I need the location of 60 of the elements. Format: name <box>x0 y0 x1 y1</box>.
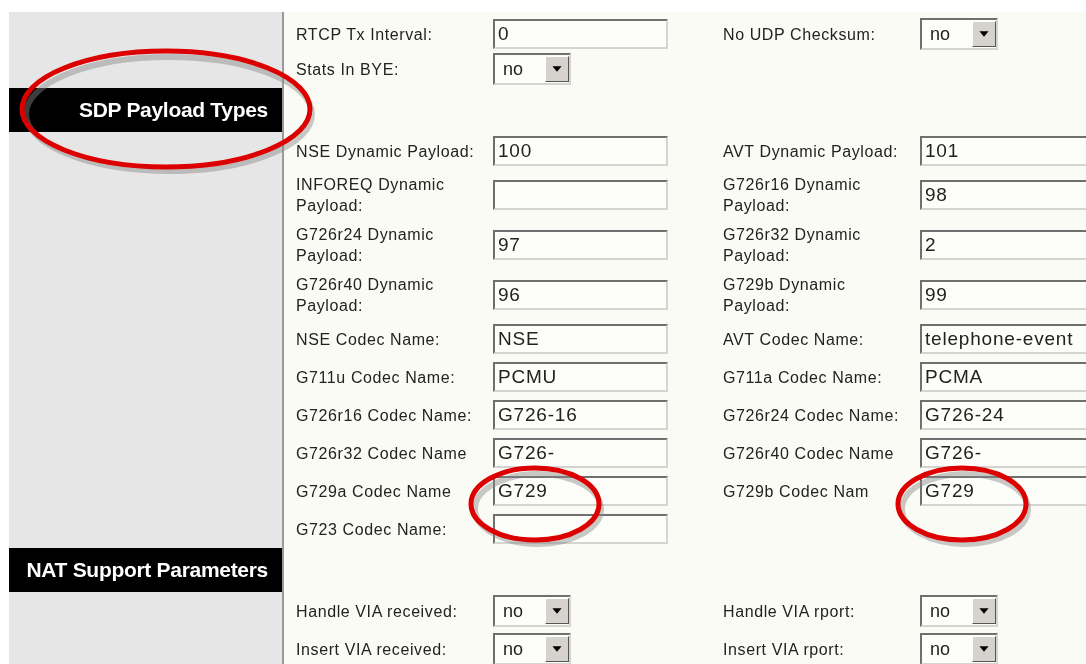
dropdown[interactable]: no <box>493 53 571 85</box>
dropdown[interactable]: no <box>920 18 998 50</box>
field-label: No UDP Checksum: <box>723 24 877 45</box>
field-label: RTCP Tx Interval: <box>296 24 434 45</box>
caret-icon <box>545 636 569 662</box>
field-label: AVT Dynamic Payload: <box>723 141 900 162</box>
text-field[interactable]: 99 <box>920 280 1086 310</box>
text-field[interactable] <box>493 180 668 210</box>
field-label: G726r24 Codec Name: <box>723 405 900 426</box>
caret-icon <box>972 21 996 47</box>
field-label: G729b Dynamic Payload: <box>723 275 847 316</box>
text-field[interactable]: telephone-event <box>920 324 1086 354</box>
text-field[interactable]: G729 <box>493 476 668 506</box>
text-field[interactable]: PCMA <box>920 362 1086 392</box>
text-field[interactable]: 97 <box>493 230 668 260</box>
text-field[interactable]: 98 <box>920 180 1086 210</box>
dropdown[interactable]: no <box>493 633 571 664</box>
field-label: Insert VIA rport: <box>723 639 846 660</box>
field-label: G726r16 Dynamic Payload: <box>723 175 862 216</box>
field-label: Handle VIA received: <box>296 601 459 622</box>
field-label: G726r32 Dynamic Payload: <box>723 225 862 266</box>
caret-icon <box>545 56 569 82</box>
field-label: G726r16 Codec Name: <box>296 405 473 426</box>
text-field[interactable]: 101 <box>920 136 1086 166</box>
field-label: G723 Codec Name: <box>296 519 448 540</box>
dropdown[interactable]: no <box>920 633 998 664</box>
caret-icon <box>545 598 569 624</box>
text-field[interactable]: 0 <box>493 19 668 49</box>
text-field[interactable]: G729 <box>920 476 1086 506</box>
field-label: G711a Codec Name: <box>723 367 884 388</box>
field-label: Insert VIA received: <box>296 639 448 660</box>
field-label: NSE Dynamic Payload: <box>296 141 476 162</box>
dropdown[interactable]: no <box>493 595 571 627</box>
field-label: INFOREQ Dynamic Payload: <box>296 175 446 216</box>
text-field[interactable]: G726- <box>920 438 1086 468</box>
field-label: G726r40 Codec Name <box>723 443 895 464</box>
caret-icon <box>972 636 996 662</box>
field-label: G711u Codec Name: <box>296 367 457 388</box>
field-label: Handle VIA rport: <box>723 601 857 622</box>
text-field[interactable]: 100 <box>493 136 668 166</box>
text-field[interactable]: 96 <box>493 280 668 310</box>
text-field[interactable]: G726- <box>493 438 668 468</box>
text-field[interactable]: G726-16 <box>493 400 668 430</box>
field-label: G726r32 Codec Name <box>296 443 468 464</box>
section-title: SDP Payload Types <box>78 98 268 122</box>
caret-icon <box>972 598 996 624</box>
section-title: NAT Support Parameters <box>26 558 268 582</box>
field-label: G726r40 Dynamic Payload: <box>296 275 435 316</box>
field-label: G729b Codec Nam <box>723 481 870 502</box>
text-field[interactable] <box>493 514 668 544</box>
text-field[interactable]: PCMU <box>493 362 668 392</box>
field-label: AVT Codec Name: <box>723 329 865 350</box>
field-label: G726r24 Dynamic Payload: <box>296 225 435 266</box>
dropdown[interactable]: no <box>920 595 998 627</box>
text-field[interactable]: NSE <box>493 324 668 354</box>
field-label: Stats In BYE: <box>296 59 400 80</box>
field-label: G729a Codec Name <box>296 481 453 502</box>
field-label: NSE Codec Name: <box>296 329 442 350</box>
text-field[interactable]: 2 <box>920 230 1086 260</box>
text-field[interactable]: G726-24 <box>920 400 1086 430</box>
